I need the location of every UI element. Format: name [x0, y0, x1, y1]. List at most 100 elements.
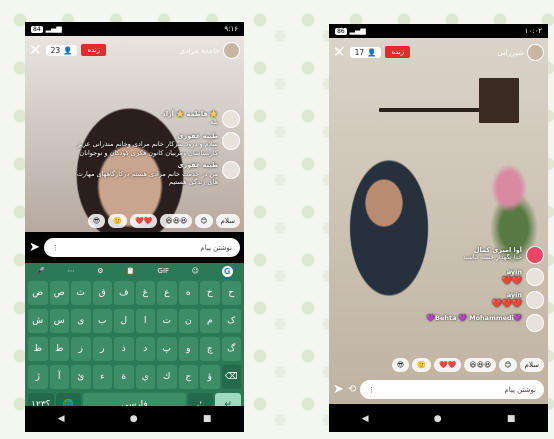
- key[interactable]: ي: [135, 365, 155, 389]
- comment-item: آوا امیری کمال خدا نگهدار خسته نباشید: [369, 246, 544, 264]
- comment-author: فاطمه ⭐ آزاد ⭐: [162, 110, 218, 118]
- signal-icon: ▂▄▆: [349, 27, 366, 35]
- back-icon[interactable]: ◀: [58, 414, 65, 424]
- key[interactable]: ث: [71, 281, 91, 305]
- comment-item: ayin ❤️❤️❤️: [369, 290, 544, 310]
- battery-level: 86: [335, 27, 347, 35]
- key[interactable]: غ: [135, 281, 155, 305]
- message-input[interactable]: ⋮ نوشتن پیام: [360, 380, 544, 399]
- home-icon[interactable]: ●: [130, 414, 138, 424]
- key[interactable]: ل: [114, 309, 134, 333]
- gear-icon[interactable]: ⚙: [97, 267, 103, 275]
- reaction-hearts[interactable]: ❤️❤️: [433, 358, 462, 372]
- recents-icon[interactable]: ■: [203, 414, 212, 424]
- clipboard-icon[interactable]: 📋: [126, 267, 135, 275]
- key[interactable]: ة: [114, 365, 134, 389]
- recents-icon[interactable]: ■: [507, 414, 516, 424]
- reaction-cool[interactable]: 😎: [87, 214, 106, 228]
- key[interactable]: گ: [221, 337, 241, 361]
- key[interactable]: ع: [157, 281, 177, 305]
- message-input[interactable]: ⋮ نوشتن پیام: [43, 238, 240, 257]
- key[interactable]: ء: [92, 365, 112, 389]
- reaction-laugh[interactable]: 😆😆😆: [160, 214, 193, 228]
- google-icon[interactable]: G: [221, 265, 233, 277]
- key[interactable]: س: [49, 309, 69, 333]
- key[interactable]: م: [200, 309, 220, 333]
- key[interactable]: ت: [157, 309, 177, 333]
- quick-reactions: سلام 😊 😆😆😆 ❤️❤️ 🙂 😎: [87, 214, 240, 228]
- back-icon[interactable]: ◀: [362, 414, 369, 424]
- reaction-smile[interactable]: 🙂: [412, 358, 431, 372]
- key[interactable]: آ: [49, 365, 69, 389]
- more-icon[interactable]: ⋮: [368, 386, 375, 394]
- send-icon[interactable]: ➤: [29, 240, 40, 255]
- phone-screenshot-right: 86 ▂▄▆ ۱۰:۰۲ ✕ 17 👤 زنده شیرزایی آوا امیری…: [329, 24, 548, 432]
- reaction-salam[interactable]: سلام: [519, 358, 544, 372]
- key[interactable]: د: [135, 337, 155, 361]
- avatar: [222, 110, 240, 128]
- key[interactable]: ژ: [28, 365, 48, 389]
- key[interactable]: ف: [114, 281, 134, 305]
- close-icon[interactable]: ✕: [29, 42, 42, 58]
- key[interactable]: ص: [49, 281, 69, 305]
- phone-screenshot-left: 84 ▂▄▆ ۹:۱۶ ✕ 23 👤 زنده حامده مرادی فاطمه …: [25, 22, 244, 432]
- avatar: [526, 268, 544, 286]
- key[interactable]: ك: [157, 365, 177, 389]
- host-name: شیرزایی: [497, 47, 524, 57]
- more-icon[interactable]: ⋯: [68, 267, 75, 275]
- key[interactable]: و: [178, 337, 198, 361]
- reaction-salam[interactable]: سلام: [215, 214, 240, 228]
- reaction-hearts[interactable]: ❤️❤️: [129, 214, 158, 228]
- key[interactable]: ه: [178, 281, 198, 305]
- host-info[interactable]: حامده مرادی: [179, 41, 240, 59]
- mic-icon[interactable]: 🎤: [36, 267, 45, 275]
- key[interactable]: ج: [178, 365, 198, 389]
- reaction-blush[interactable]: 😊: [499, 358, 517, 372]
- key[interactable]: خ: [200, 281, 220, 305]
- reaction-smile[interactable]: 🙂: [108, 214, 127, 228]
- comment-item: فاطمه ⭐ آزاد ⭐ بله: [65, 110, 240, 128]
- keyboard-row-1: ضصثقفغعهخح: [25, 279, 244, 307]
- key[interactable]: ا: [135, 309, 155, 333]
- key[interactable]: ح: [221, 281, 241, 305]
- backspace-icon[interactable]: ⌫: [221, 365, 241, 389]
- live-badge: زنده: [81, 44, 107, 56]
- android-nav-bar: ◀ ● ■: [25, 406, 244, 432]
- comment-text: ❤️❤️: [502, 276, 522, 286]
- sticker-icon[interactable]: ☺: [192, 267, 199, 275]
- key[interactable]: ن: [178, 309, 198, 333]
- wall-cabinet: [479, 78, 519, 123]
- key[interactable]: چ: [200, 337, 220, 361]
- key[interactable]: ک: [221, 309, 241, 333]
- android-nav-bar: ◀ ● ■: [329, 406, 548, 432]
- avatar: [526, 313, 544, 332]
- key[interactable]: ی: [71, 309, 91, 333]
- key[interactable]: ش: [28, 309, 48, 333]
- key[interactable]: پ: [157, 337, 177, 361]
- key[interactable]: ق: [92, 281, 112, 305]
- switch-camera-icon[interactable]: ⟲: [348, 384, 356, 395]
- key[interactable]: ب: [92, 309, 112, 333]
- key[interactable]: ض: [28, 281, 48, 305]
- key[interactable]: ط: [49, 337, 69, 361]
- key[interactable]: ذ: [114, 337, 134, 361]
- host-info[interactable]: شیرزایی: [497, 43, 544, 61]
- key[interactable]: ز: [71, 337, 91, 361]
- live-top-bar: ✕ 23 👤 زنده حامده مرادی: [29, 40, 240, 60]
- home-icon[interactable]: ●: [434, 414, 442, 424]
- comment-item: 💜Behta 💜 Mohammedi💜: [369, 313, 544, 332]
- gif-button[interactable]: GIF: [158, 267, 170, 275]
- reaction-laugh[interactable]: 😆😆😆: [464, 358, 497, 372]
- key[interactable]: ئ: [71, 365, 91, 389]
- send-icon[interactable]: ➤: [333, 382, 344, 397]
- more-icon[interactable]: ⋮: [52, 244, 59, 252]
- key[interactable]: ر: [92, 337, 112, 361]
- reaction-blush[interactable]: 😊: [195, 214, 213, 228]
- comment-text: خدا نگهدار خسته نباشید: [462, 254, 522, 262]
- status-bar: 84 ▂▄▆ ۹:۱۶: [25, 22, 244, 36]
- status-bar: 86 ▂▄▆ ۱۰:۰۲: [329, 24, 548, 38]
- key[interactable]: ؤ: [200, 365, 220, 389]
- close-icon[interactable]: ✕: [333, 44, 346, 60]
- reaction-cool[interactable]: 😎: [391, 358, 410, 372]
- key[interactable]: ظ: [28, 337, 48, 361]
